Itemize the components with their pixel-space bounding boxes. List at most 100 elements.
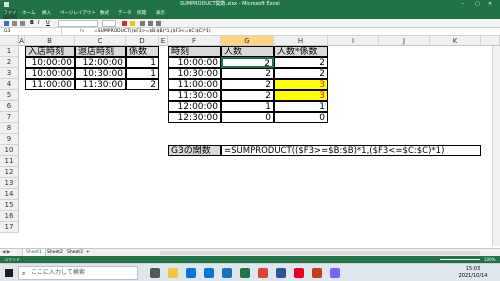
cell-people[interactable]: 0 [221,112,274,123]
cell-people[interactable]: 1 [221,101,274,112]
formula-note-text[interactable]: =SUMPRODUCT(($F3>=$B:$B)*1,($F3<=$C:$C)*… [221,145,481,156]
undo-icon[interactable] [12,21,17,26]
cell-people[interactable]: 2 [221,79,274,90]
row-header[interactable]: 17 [0,222,19,233]
clock-time[interactable]: 15:03 [455,266,491,272]
cell-people-x-coef-highlight[interactable]: 3 [274,79,328,90]
col-header-g[interactable]: G [221,36,274,46]
col-header-d[interactable]: D [126,36,159,46]
align-left-icon[interactable] [140,21,145,26]
cell-people-x-coef[interactable]: 2 [274,57,328,68]
cell-exit-time[interactable]: 10:30:00 [75,68,126,79]
cell-people-selected[interactable]: 2 [221,57,274,68]
row-header[interactable]: 6 [0,101,19,112]
formula-note-label[interactable]: G3の関数 [168,145,221,156]
row-header[interactable]: 14 [0,189,19,200]
cell-people-x-coef[interactable]: 1 [274,101,328,112]
clock-date[interactable]: 2021/10/14 [455,273,491,279]
tab-home[interactable]: ホーム [22,9,35,19]
close-icon[interactable]: ✕ [488,0,492,9]
tab-insert[interactable]: 挿入 [42,9,51,19]
row-header[interactable]: 2 [0,57,19,68]
redo-icon[interactable] [20,21,25,26]
excel-taskbar-icon[interactable] [240,268,250,278]
tab-view[interactable]: 表示 [156,9,165,19]
zoom-level[interactable]: 100% [484,256,495,263]
row-header[interactable]: 8 [0,123,19,134]
row-header[interactable]: 12 [0,167,19,178]
cell-entry-time[interactable]: 10:00:00 [25,68,75,79]
row-header[interactable]: 1 [0,46,19,57]
taskbar-search-box[interactable]: ここに入力して検索 [18,266,138,280]
name-box[interactable]: G3 [2,28,62,35]
minimize-icon[interactable]: – [462,0,465,9]
row-header[interactable]: 7 [0,112,19,123]
save-icon[interactable] [4,21,9,26]
formula-input[interactable]: =SUMPRODUCT(($F3>=$B:$B)*1,($F3<=$C:$C)*… [94,28,211,36]
task-view-icon[interactable] [150,268,160,278]
header-entry-time[interactable]: 入店時刻 [25,46,75,57]
row-header[interactable]: 4 [0,79,19,90]
mail-icon[interactable] [222,268,232,278]
cell-time[interactable]: 11:30:00 [168,90,221,101]
maximize-icon[interactable]: ▢ [475,0,480,9]
cell-time[interactable]: 10:00:00 [168,57,221,68]
fill-color-icon[interactable] [130,21,135,26]
col-header-k[interactable]: K [430,36,481,46]
col-header-e[interactable]: E [159,36,168,46]
cell-time[interactable]: 11:00:00 [168,79,221,90]
cell-entry-time[interactable]: 10:00:00 [25,57,75,68]
app-icon[interactable] [330,268,340,278]
row-header[interactable]: 9 [0,134,19,145]
row-header[interactable]: 13 [0,178,19,189]
cell-coefficient[interactable]: 1 [126,57,159,68]
cell-time[interactable]: 12:00:00 [168,101,221,112]
cell-exit-time[interactable]: 11:30:00 [75,79,126,90]
bold-icon[interactable]: B [30,21,34,26]
cell-time[interactable]: 10:30:00 [168,68,221,79]
edge-icon[interactable] [186,268,196,278]
tab-review[interactable]: 校閲 [137,9,146,19]
col-header-i[interactable]: I [328,36,379,46]
col-header-j[interactable]: J [379,36,430,46]
header-coefficient[interactable]: 係数 [126,46,159,57]
cell-coefficient[interactable]: 1 [126,68,159,79]
font-size-select[interactable] [102,20,116,27]
cell-people-x-coef-highlight[interactable]: 3 [274,90,328,101]
file-explorer-icon[interactable] [168,268,178,278]
tab-data[interactable]: データ [118,9,132,19]
cell-entry-time[interactable]: 11:00:00 [25,79,75,90]
chrome-icon[interactable] [258,268,268,278]
tab-formulas[interactable]: 数式 [100,9,109,19]
row-header[interactable]: 11 [0,156,19,167]
word-icon[interactable] [276,268,286,278]
row-header[interactable]: 16 [0,211,19,222]
header-exit-time[interactable]: 退店時刻 [75,46,126,57]
powerpoint-icon[interactable] [312,268,322,278]
cell-people-x-coef[interactable]: 2 [274,68,328,79]
windows-start-icon[interactable] [5,269,13,277]
cell-time[interactable]: 12:30:00 [168,112,221,123]
cell-people[interactable]: 2 [221,68,274,79]
font-color-icon[interactable] [122,21,127,26]
row-header[interactable]: 10 [0,145,19,156]
row-header[interactable]: 3 [0,68,19,79]
underline-icon[interactable]: U [46,21,50,26]
cell-coefficient[interactable]: 2 [126,79,159,90]
align-right-icon[interactable] [156,21,161,26]
pinterest-icon[interactable] [294,268,304,278]
font-select[interactable] [58,20,98,27]
italic-icon[interactable]: I [38,21,39,26]
vertical-scrollbar[interactable] [492,46,500,246]
col-header-c[interactable]: C [75,36,126,46]
zoom-slider[interactable] [440,259,480,260]
cell-exit-time[interactable]: 12:00:00 [75,57,126,68]
col-header-f[interactable]: F [168,36,221,46]
row-header[interactable]: 15 [0,200,19,211]
cell-people-x-coef[interactable]: 0 [274,112,328,123]
header-people-x-coefficient[interactable]: 人数*係数 [274,46,328,57]
row-header[interactable]: 5 [0,90,19,101]
horizontal-scrollbar[interactable] [160,251,480,255]
align-center-icon[interactable] [148,21,153,26]
col-header-h[interactable]: H [274,36,328,46]
